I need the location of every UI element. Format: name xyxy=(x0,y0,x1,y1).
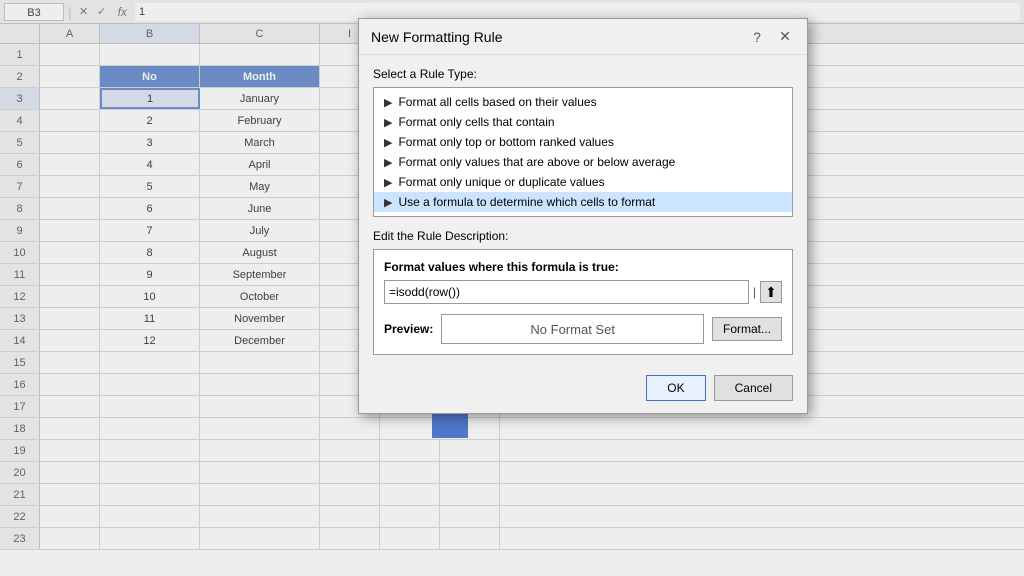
rule-type-item[interactable]: ▶ Format all cells based on their values xyxy=(374,92,792,112)
dialog-footer: OK Cancel xyxy=(359,367,807,413)
rule-type-label: Format all cells based on their values xyxy=(398,95,596,109)
formula-text-input[interactable] xyxy=(384,280,749,304)
rule-type-label: Use a formula to determine which cells t… xyxy=(398,195,655,209)
rule-type-label: Format only top or bottom ranked values xyxy=(398,135,613,149)
rule-type-item[interactable]: ▶ Format only values that are above or be… xyxy=(374,152,792,172)
rule-type-list: ▶Format all cells based on their values▶… xyxy=(373,87,793,217)
preview-text: No Format Set xyxy=(530,322,615,337)
edit-desc-box: Format values where this formula is true… xyxy=(373,249,793,355)
rule-type-item[interactable]: ▶ Format only top or bottom ranked values xyxy=(374,132,792,152)
edit-desc-label: Edit the Rule Description: xyxy=(373,229,793,243)
preview-row: Preview: No Format Set Format... xyxy=(384,314,782,344)
rule-arrow-icon: ▶ xyxy=(384,156,392,169)
rule-arrow-icon: ▶ xyxy=(384,136,392,149)
rule-type-label: Format only values that are above or bel… xyxy=(398,155,675,169)
dialog-titlebar: New Formatting Rule ? ✕ xyxy=(359,19,807,55)
rule-arrow-icon: ▶ xyxy=(384,116,392,129)
close-button[interactable]: ✕ xyxy=(775,27,795,47)
preview-box: No Format Set xyxy=(441,314,704,344)
dialog-body: Select a Rule Type: ▶ Format all cells ba… xyxy=(359,55,807,367)
rule-type-item[interactable]: ▶ Use a formula to determine which cells … xyxy=(374,192,792,212)
titlebar-buttons: ? ✕ xyxy=(747,27,795,47)
rule-type-label: Format only cells that contain xyxy=(398,115,554,129)
collapse-button[interactable]: ⬆ xyxy=(760,281,782,303)
rule-arrow-icon: ▶ xyxy=(384,176,392,189)
dialog-title: New Formatting Rule xyxy=(371,29,747,45)
formula-input-row: | ⬆ xyxy=(384,280,782,304)
help-button[interactable]: ? xyxy=(747,27,767,47)
ok-button[interactable]: OK xyxy=(646,375,705,401)
rule-type-item[interactable]: ▶ Format only unique or duplicate values xyxy=(374,172,792,192)
rule-type-label: Format only unique or duplicate values xyxy=(398,175,604,189)
formula-true-label: Format values where this formula is true… xyxy=(384,260,782,274)
preview-label: Preview: xyxy=(384,322,433,336)
format-button[interactable]: Format... xyxy=(712,317,782,341)
cancel-button[interactable]: Cancel xyxy=(714,375,793,401)
new-formatting-rule-dialog: New Formatting Rule ? ✕ Select a Rule Ty… xyxy=(358,18,808,414)
rule-type-section-label: Select a Rule Type: xyxy=(373,67,793,81)
rule-arrow-icon: ▶ xyxy=(384,96,392,109)
rule-type-item[interactable]: ▶ Format only cells that contain xyxy=(374,112,792,132)
rule-arrow-icon: ▶ xyxy=(384,196,392,209)
cursor-indicator: | xyxy=(753,285,756,299)
